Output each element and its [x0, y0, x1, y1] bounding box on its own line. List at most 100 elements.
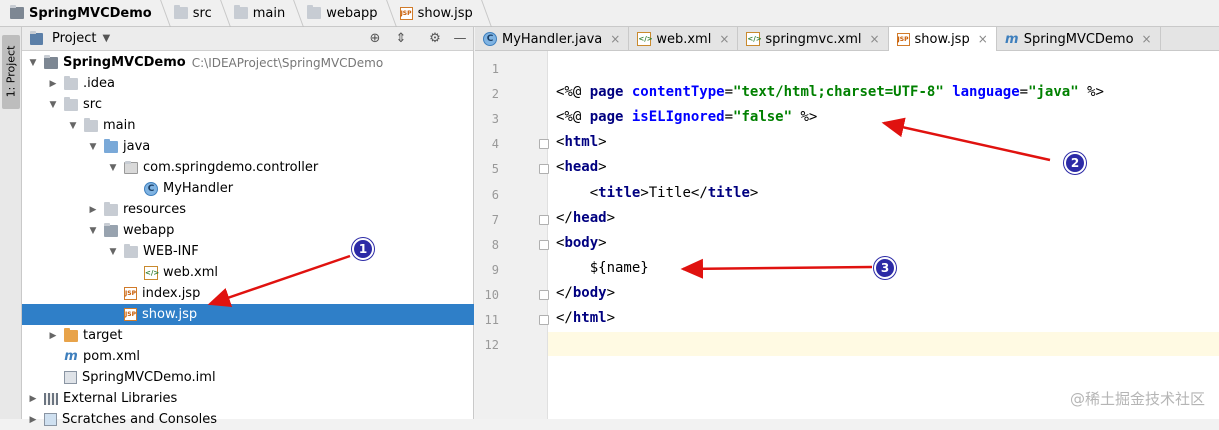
line-number: 8 — [491, 237, 499, 252]
tree-item[interactable]: ▼ main — [22, 115, 474, 136]
line-number: 9 — [491, 262, 499, 277]
spring-xml-icon: </> — [746, 32, 762, 46]
code-token: > — [749, 184, 759, 201]
web-xml-icon: </> — [144, 265, 159, 280]
project-view-selector[interactable]: Project — [52, 31, 96, 46]
tree-item[interactable]: ▼ java — [22, 136, 474, 157]
tree-item-label: .idea — [83, 76, 115, 91]
hide-icon[interactable]: — — [452, 31, 468, 47]
code-token: title — [598, 184, 641, 201]
tree-item-label: pom.xml — [83, 349, 140, 364]
fold-marker-icon[interactable] — [539, 139, 549, 150]
tab-label: SpringMVCDemo — [1023, 31, 1134, 47]
tree-item[interactable]: JSP index.jsp — [22, 283, 474, 304]
fold-marker-icon[interactable] — [539, 164, 549, 175]
close-icon[interactable]: × — [719, 32, 729, 46]
tree-item[interactable]: ▶ .idea — [22, 73, 474, 94]
line-number: 6 — [491, 187, 499, 202]
code-token: ${name} — [556, 259, 649, 276]
gear-icon[interactable]: ⚙ — [427, 31, 443, 47]
chevron-right-icon[interactable]: ▶ — [46, 79, 60, 89]
tree-item[interactable]: JSP show.jsp — [22, 304, 474, 325]
code-token: </ — [556, 209, 573, 226]
close-icon[interactable]: × — [978, 32, 988, 46]
tree-item-label: show.jsp — [142, 307, 198, 322]
fold-marker-icon[interactable] — [539, 214, 549, 225]
tree-item[interactable]: ▼ com.springdemo.controller — [22, 157, 474, 178]
breadcrumb-item-main[interactable]: main — [230, 0, 305, 27]
breadcrumb: SpringMVCDemo src main webapp JSP show.j… — [0, 0, 1219, 27]
tree-item[interactable]: ▼ webapp — [22, 220, 474, 241]
maven-icon: m — [1005, 31, 1019, 47]
code-token: >Title</ — [640, 184, 708, 201]
tool-window-strip: 1: Project — [0, 27, 22, 419]
chevron-down-icon[interactable]: ▼ — [66, 121, 80, 131]
tree-item[interactable]: m pom.xml — [22, 346, 474, 367]
code-line: <head> — [556, 159, 607, 175]
tree-item[interactable]: </> web.xml — [22, 262, 474, 283]
folder-icon — [64, 75, 78, 90]
tree-item-label: resources — [123, 202, 187, 217]
chevron-down-icon[interactable]: ▼ — [106, 163, 120, 173]
tree-item[interactable]: ▼ src — [22, 94, 474, 115]
tree-item[interactable]: C MyHandler — [22, 178, 474, 199]
code-token: %> — [1078, 84, 1104, 101]
editor-tabs: C MyHandler.java × </> web.xml × </> springmvc.… — [475, 27, 1219, 51]
tree-item-label: java — [123, 139, 151, 154]
fold-marker-icon[interactable] — [539, 289, 549, 300]
close-icon[interactable]: × — [610, 32, 620, 46]
project-tool-tab[interactable]: 1: Project — [2, 35, 20, 109]
chevron-down-icon[interactable]: ▼ — [102, 33, 110, 44]
tree-item-label: Scratches and Consoles — [62, 412, 218, 427]
code-token: page — [589, 109, 624, 126]
tree-item[interactable]: ▶ Scratches and Consoles — [22, 409, 474, 430]
chevron-down-icon[interactable]: ▼ — [86, 142, 100, 152]
editor-tab[interactable]: C MyHandler.java × — [475, 27, 630, 51]
chevron-down-icon[interactable]: ▼ — [46, 100, 60, 110]
breadcrumb-item-project[interactable]: SpringMVCDemo — [6, 0, 171, 27]
module-folder-icon — [44, 54, 58, 69]
chevron-right-icon[interactable]: ▶ — [86, 205, 100, 215]
tree-item-label: com.springdemo.controller — [143, 160, 319, 175]
breadcrumb-item-webapp[interactable]: webapp — [303, 0, 397, 27]
code-editor[interactable]: 1 2 3 4 5 6 7 8 9 10 11 12 <%@ page contentType="te… — [475, 51, 1219, 419]
tree-item[interactable]: SpringMVCDemo.iml — [22, 367, 474, 388]
line-number: 5 — [491, 162, 499, 177]
tree-item[interactable]: ▼ SpringMVCDemo C:\IDEAProject\SpringMVCDe… — [22, 52, 474, 73]
module-folder-icon — [10, 5, 24, 19]
code-token: "false" — [733, 109, 793, 126]
fold-marker-icon[interactable] — [539, 239, 549, 250]
chevron-right-icon[interactable]: ▶ — [26, 415, 40, 425]
code-token: </ — [556, 284, 573, 301]
tree-item-label: WEB-INF — [143, 244, 199, 259]
tree-item[interactable]: ▶ External Libraries — [22, 388, 474, 409]
tree-item[interactable]: ▼ WEB-INF — [22, 241, 474, 262]
code-line: <html> — [556, 134, 607, 150]
editor-tab[interactable]: </> web.xml × — [629, 27, 739, 51]
breadcrumb-item-src[interactable]: src — [170, 0, 231, 27]
collapse-all-icon[interactable]: ⇕ — [393, 31, 409, 47]
chevron-right-icon[interactable]: ▶ — [26, 394, 40, 404]
code-token: </ — [556, 310, 573, 326]
editor-tab[interactable]: </> springmvc.xml × — [738, 27, 889, 51]
chevron-down-icon[interactable]: ▼ — [26, 58, 40, 68]
chevron-down-icon[interactable]: ▼ — [106, 247, 120, 257]
close-icon[interactable]: × — [1142, 32, 1152, 46]
chevron-right-icon[interactable]: ▶ — [46, 331, 60, 341]
breadcrumb-item-file[interactable]: JSP show.jsp — [396, 0, 492, 27]
chevron-down-icon[interactable]: ▼ — [86, 226, 100, 236]
tree-item[interactable]: ▶ resources — [22, 199, 474, 220]
locate-icon[interactable]: ⊕ — [367, 31, 383, 47]
code-line: <%@ page isELIgnored="false" %> — [556, 109, 817, 125]
fold-marker-icon[interactable] — [539, 315, 549, 325]
code-line: ${name} — [556, 260, 649, 276]
tree-item[interactable]: ▶ target — [22, 325, 474, 346]
annotation-badge-2: 2 — [1064, 152, 1086, 174]
tree-item-label: src — [83, 97, 102, 112]
editor-tab[interactable]: m SpringMVCDemo × — [997, 27, 1161, 51]
editor-tab[interactable]: JSP show.jsp × — [888, 27, 997, 51]
watermark: @稀土掘金技术社区 — [1069, 390, 1205, 408]
close-icon[interactable]: × — [869, 32, 879, 46]
